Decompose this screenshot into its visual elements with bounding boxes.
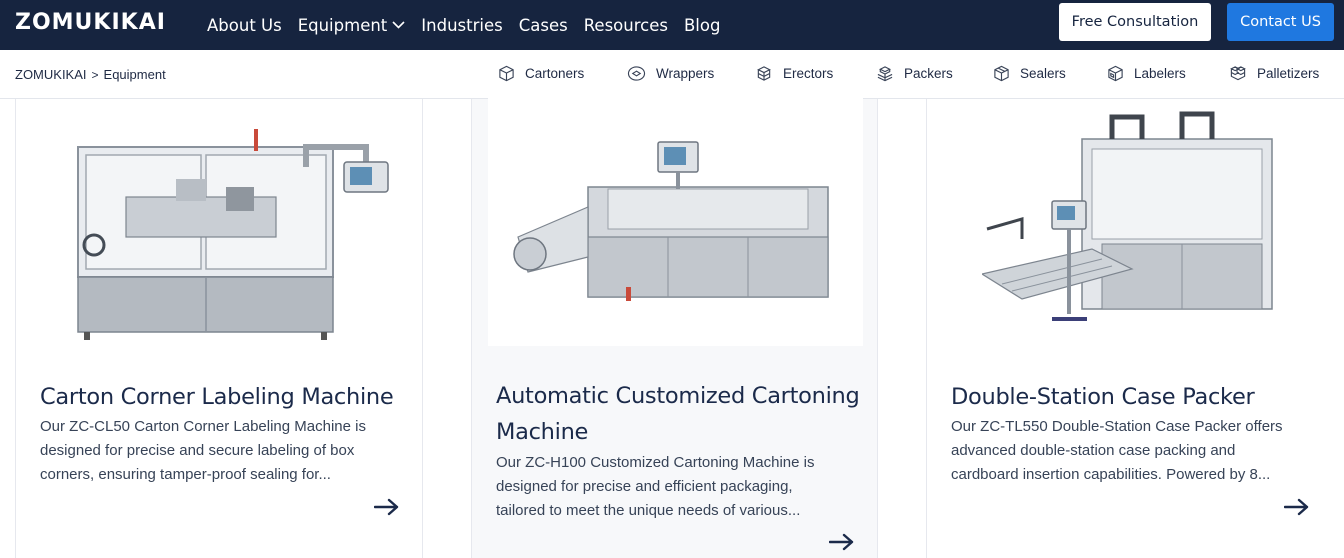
nav-blog[interactable]: Blog	[684, 16, 720, 35]
cartoning-machine-illustration	[513, 141, 829, 301]
nav-equipment-label: Equipment	[297, 15, 388, 35]
product-image-case-packer[interactable]	[980, 109, 1277, 334]
product-description-line: corners, ensuring tamper-proof sealing f…	[40, 466, 331, 483]
nav-equipment[interactable]: Equipment	[298, 16, 406, 35]
category-labelers[interactable]: Labelers	[1107, 65, 1186, 82]
packer-icon	[877, 66, 893, 82]
product-image-labeling-machine[interactable]	[76, 127, 396, 342]
box-seal-icon	[994, 65, 1009, 82]
product-description-line: designed for precise and secure labeling…	[40, 442, 355, 459]
category-labelers-label: Labelers	[1134, 66, 1186, 81]
category-wrappers-label: Wrappers	[656, 66, 715, 81]
pallet-icon	[1230, 66, 1246, 81]
category-packers[interactable]: Packers	[876, 65, 953, 82]
product-description-line: cardboard insertion capabilities. Powere…	[951, 466, 1271, 483]
site-logo[interactable]: ZOMUKIKAI	[15, 10, 166, 35]
product-title[interactable]: Double-Station Case Packer	[951, 379, 1255, 415]
main-nav: About Us Equipment Industries Cases Reso…	[207, 0, 736, 50]
nav-cases[interactable]: Cases	[519, 16, 568, 35]
category-cartoners[interactable]: Cartoners	[498, 65, 584, 82]
category-palletizers-label: Palletizers	[1257, 66, 1320, 81]
product-image-cartoning-machine[interactable]	[488, 97, 863, 346]
product-description-line: Our ZC-H100 Customized Cartoning Machine…	[496, 454, 815, 471]
category-packers-label: Packers	[904, 66, 953, 81]
labeling-machine-illustration	[77, 129, 389, 340]
case-packer-illustration	[980, 111, 1273, 321]
product-description-line: tailored to meet the unique needs of var…	[496, 502, 801, 519]
chevron-down-icon	[392, 21, 405, 29]
category-sealers-label: Sealers	[1020, 66, 1066, 81]
boxes-icon	[757, 66, 771, 81]
label-box-icon	[1108, 65, 1123, 82]
box-icon	[499, 65, 514, 82]
arrow-right-icon[interactable]	[373, 498, 400, 521]
product-title-line: Machine	[496, 419, 589, 445]
category-cartoners-label: Cartoners	[525, 66, 585, 81]
nav-cases-label: Cases	[518, 15, 568, 35]
product-title[interactable]: Automatic Customized Cartoning Machine	[496, 378, 860, 450]
nav-blog-label: Blog	[683, 15, 721, 35]
product-description-line: Our ZC-TL550 Double-Station Case Packer …	[951, 418, 1283, 435]
product-description-line: Our ZC-CL50 Carton Corner Labeling Machi…	[40, 418, 366, 435]
nav-resources-label: Resources	[583, 15, 668, 35]
product-description: Our ZC-H100 Customized Cartoning Machine…	[496, 451, 856, 523]
arrow-right-icon[interactable]	[1283, 498, 1310, 521]
product-title-line: Automatic Customized Cartoning	[496, 383, 860, 409]
category-erectors-label: Erectors	[783, 66, 834, 81]
category-erectors[interactable]: Erectors	[755, 65, 833, 82]
product-card-double-station-case-packer[interactable]: Double-Station Case Packer Our ZC-TL550 …	[926, 99, 1344, 558]
product-title-line: Carton Corner Labeling Machine	[40, 384, 394, 410]
category-bar: ZOMUKIKAI > Equipment Cartoners Wrappers…	[0, 50, 1344, 99]
wrap-icon	[627, 66, 646, 81]
nav-resources[interactable]: Resources	[584, 16, 668, 35]
breadcrumb-separator: >	[91, 67, 99, 82]
breadcrumb-home[interactable]: ZOMUKIKAI	[15, 67, 87, 82]
product-title[interactable]: Carton Corner Labeling Machine	[40, 379, 394, 415]
top-navigation: ZOMUKIKAI About Us Equipment Industries …	[0, 0, 1344, 50]
product-description-line: advanced double-station case packing and	[951, 442, 1236, 459]
nav-industries[interactable]: Industries	[421, 16, 502, 35]
category-palletizers[interactable]: Palletizers	[1229, 65, 1319, 82]
nav-about-us-label: About Us	[207, 15, 282, 35]
product-card-carton-corner-labeling[interactable]: Carton Corner Labeling Machine Our ZC-CL…	[15, 99, 423, 558]
breadcrumb: ZOMUKIKAI > Equipment	[15, 67, 166, 82]
product-card-automatic-cartoning[interactable]: Automatic Customized Cartoning Machine O…	[471, 97, 878, 558]
product-description: Our ZC-CL50 Carton Corner Labeling Machi…	[40, 415, 400, 487]
product-description-line: designed for precise and efficient packa…	[496, 478, 793, 495]
breadcrumb-current[interactable]: Equipment	[104, 67, 166, 82]
contact-us-button[interactable]: Contact US	[1227, 3, 1334, 41]
category-wrappers[interactable]: Wrappers	[627, 65, 714, 82]
category-sealers[interactable]: Sealers	[993, 65, 1066, 82]
free-consultation-button[interactable]: Free Consultation	[1059, 3, 1211, 41]
nav-industries-label: Industries	[421, 15, 503, 35]
product-title-line: Double-Station Case Packer	[951, 384, 1255, 410]
nav-about-us[interactable]: About Us	[207, 16, 282, 35]
arrow-right-icon[interactable]	[828, 533, 855, 556]
product-description: Our ZC-TL550 Double-Station Case Packer …	[951, 415, 1321, 487]
